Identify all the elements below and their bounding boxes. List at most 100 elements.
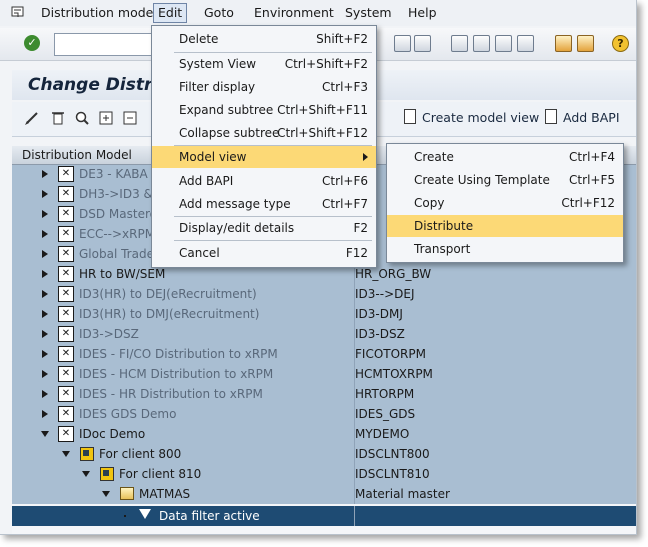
tree-row[interactable]: ✕ ID3(HR) to DEJ(eRecruitment) ID3-->DEJ [12,284,636,304]
model-view-icon: ✕ [58,386,74,402]
collapse-arrow-icon[interactable] [62,451,70,457]
collapse-arrow-icon[interactable] [102,491,110,497]
tree-row-label: DE3 - KABA E [79,167,160,181]
filter-icon [139,509,151,519]
tree-row-label: IDES GDS Demo [79,407,177,421]
tree-leaf-dot [124,515,126,517]
tree-row-label: ID3(HR) to DEJ(eRecruitment) [79,287,257,301]
command-field[interactable] [54,33,158,56]
expand-icon[interactable] [98,110,114,126]
submenu-item-transport[interactable]: Transport [387,238,623,260]
menu-item-add-message-type[interactable]: Add message type Ctrl+F7 [152,193,376,215]
create-model-view-label: Create model view [422,110,540,125]
menu-environment[interactable]: Environment [254,5,334,23]
trash-icon[interactable] [50,110,66,126]
collapse-arrow-icon[interactable] [41,431,49,437]
tree-row-label: HR to BW/SEM [79,267,166,281]
menu-edit[interactable]: Edit [153,3,188,23]
tree-row[interactable]: For client 800 IDSCLNT800 [12,444,636,464]
create-shortcut-icon[interactable] [577,35,594,52]
menu-item-add-bapi[interactable]: Add BAPI Ctrl+F6 [152,170,376,192]
create-model-view-button[interactable]: Create model view [404,109,539,127]
tree-row[interactable]: MATMAS Material master [12,484,636,504]
find-in-tree-icon[interactable] [74,110,90,126]
expand-arrow-icon[interactable] [42,230,48,238]
tree-row[interactable]: ✕ IDES - HR Distribution to xRPM HRTORPM [12,384,636,404]
find-icon[interactable] [394,35,411,52]
tree-row[interactable] [12,526,636,534]
menu-item-filter-display[interactable]: Filter display Ctrl+F3 [152,76,376,98]
expand-arrow-icon[interactable] [42,410,48,418]
collapse-arrow-icon[interactable] [82,471,90,477]
menu-help[interactable]: Help [408,5,437,23]
last-page-icon[interactable] [517,35,534,52]
tree-row[interactable]: ✕ ID3(HR) to DMJ(eRecruitment) ID3-DMJ [12,304,636,324]
expand-arrow-icon[interactable] [42,170,48,178]
expand-arrow-icon[interactable] [42,390,48,398]
model-view-submenu: Create Ctrl+F4 Create Using Template Ctr… [386,143,624,263]
expand-arrow-icon[interactable] [42,210,48,218]
submenu-item-create-using-template[interactable]: Create Using Template Ctrl+F5 [387,169,623,191]
tree-row[interactable]: ✕ ID3->DSZ ID3-DSZ [12,324,636,344]
expand-arrow-icon[interactable] [42,270,48,278]
tree-row[interactable]: ✕ IDoc Demo MYDEMO [12,424,636,444]
enter-checkmark-icon[interactable]: ✓ [24,35,40,51]
system-menu-icon[interactable] [10,4,26,20]
folder-icon [120,487,134,500]
submenu-item-copy[interactable]: Copy Ctrl+F12 [387,192,623,214]
find-next-icon[interactable] [414,35,431,52]
change-pencil-icon[interactable] [24,110,40,126]
menu-goto[interactable]: Goto [204,5,234,23]
client-icon [80,447,94,461]
submenu-item-create[interactable]: Create Ctrl+F4 [387,146,623,168]
menu-item-display-edit-details[interactable]: Display/edit details F2 [152,217,376,239]
expand-arrow-icon[interactable] [42,370,48,378]
first-page-icon[interactable] [451,35,468,52]
create-session-icon[interactable] [555,35,572,52]
menu-item-delete[interactable]: Delete Shift+F2 [152,28,376,50]
tree-row[interactable]: ✕ IDES - FI/CO Distribution to xRPM FICO… [12,344,636,364]
help-icon[interactable]: ? [612,35,629,52]
tree-row-technical-name: IDSCLNT800 [355,447,430,461]
expand-arrow-icon[interactable] [42,310,48,318]
expand-arrow-icon[interactable] [42,190,48,198]
sap-window: Distribution model Edit Goto Environment… [0,0,637,535]
model-view-icon: ✕ [58,346,74,362]
tree-row-label: For client 800 [99,447,182,461]
submenu-item-distribute[interactable]: Distribute [387,215,623,237]
tree-row[interactable]: For client 810 IDSCLNT810 [12,464,636,484]
tree-row-technical-name: IDES_GDS [355,407,416,421]
model-view-icon: ✕ [58,206,74,222]
tree-row-label: For client 810 [119,467,202,481]
menu-item-system-view[interactable]: System View Ctrl+Shift+F2 [152,53,376,75]
tree-row-technical-name: ID3-DMJ [355,307,403,321]
previous-page-icon[interactable] [473,35,490,52]
tree-row-label: ECC-->xRPM [79,227,156,241]
menu-item-collapse-subtree[interactable]: Collapse subtree Ctrl+Shift+F12 [152,122,376,144]
menu-item-cancel[interactable]: Cancel F12 [152,242,376,264]
model-view-icon: ✕ [58,406,74,422]
tree-row-label: ID3(HR) to DMJ(eRecruitment) [79,307,260,321]
menu-item-expand-subtree[interactable]: Expand subtree Ctrl+Shift+F11 [152,99,376,121]
menu-item-model-view[interactable]: Model view [152,146,376,168]
expand-arrow-icon[interactable] [42,330,48,338]
next-page-icon[interactable] [495,35,512,52]
model-view-icon: ✕ [58,306,74,322]
expand-arrow-icon[interactable] [42,250,48,258]
menu-separator [174,240,372,241]
tree-row-selected[interactable]: Data filter active [12,506,636,526]
menu-distribution-model[interactable]: Distribution model [41,5,157,23]
tree-row[interactable]: ✕ IDES - HCM Distribution to xRPM HCMTOX… [12,364,636,384]
collapse-icon[interactable] [122,110,138,126]
expand-arrow-icon[interactable] [42,350,48,358]
tree-row-label: Data filter active [159,509,260,523]
menu-system[interactable]: System [345,5,392,23]
add-bapi-label: Add BAPI [563,110,620,125]
tree-row-technical-name: HR_ORG_BW [355,267,432,281]
menu-bar: Distribution model Edit Goto Environment… [0,0,636,26]
expand-arrow-icon[interactable] [42,290,48,298]
tree-row-technical-name: HCMTOXRPM [355,367,433,381]
tree-row[interactable]: ✕ IDES GDS Demo IDES_GDS [12,404,636,424]
add-bapi-button[interactable]: Add BAPI [545,109,620,127]
tree-row-label: IDES - HR Distribution to xRPM [79,387,263,401]
